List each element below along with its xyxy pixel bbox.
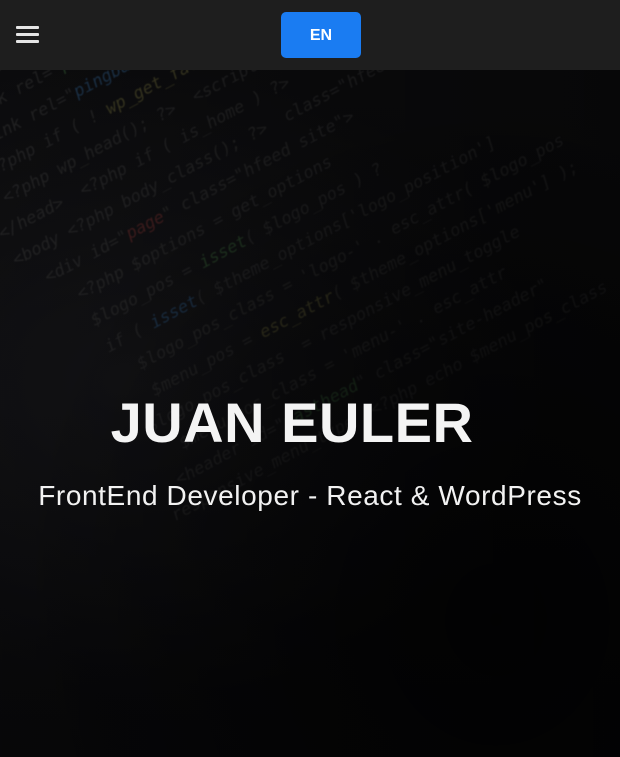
menu-line (16, 33, 39, 36)
menu-line (16, 26, 39, 29)
page: EN $menu_pos = $logo_pos_class; _attribu… (0, 0, 620, 757)
menu-line (16, 40, 39, 43)
hero-role-subtitle: FrontEnd Developer - React & WordPress (38, 480, 582, 511)
hamburger-menu-icon[interactable] (16, 25, 40, 45)
language-toggle-button[interactable]: EN (281, 12, 361, 58)
hero-name-heading: JUAN EULER (110, 391, 474, 454)
top-navigation-bar: EN (0, 0, 620, 70)
